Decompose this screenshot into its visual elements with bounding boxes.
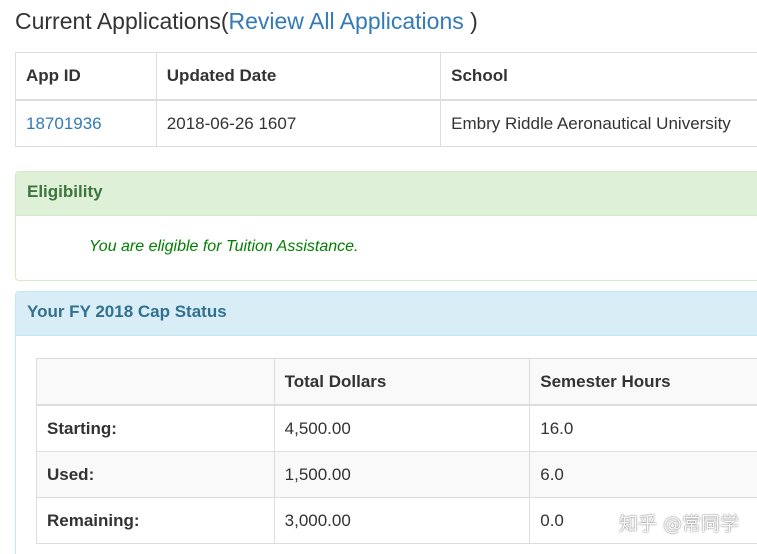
page-title-prefix: Current Applications( (15, 8, 229, 34)
school-cell: Embry Riddle Aeronautical University (440, 99, 757, 147)
column-header-school: School (440, 52, 757, 101)
column-header-blank (36, 358, 275, 406)
table-row: Starting: 4,500.00 16.0 (36, 404, 757, 452)
updated-date-cell: 2018-06-26 1607 (155, 99, 442, 147)
column-header-total-dollars: Total Dollars (273, 358, 531, 406)
table-row: 18701936 2018-06-26 1607 Embry Riddle Ae… (15, 99, 757, 147)
table-header-row: App ID Updated Date School (15, 52, 757, 101)
page-title-suffix: ) (463, 8, 478, 34)
used-dollars: 1,500.00 (273, 451, 531, 498)
app-id-link[interactable]: 18701936 (15, 99, 157, 147)
remaining-dollars: 3,000.00 (273, 497, 531, 544)
row-label-used: Used: (36, 451, 275, 498)
starting-dollars: 4,500.00 (273, 404, 531, 452)
page: Current Applications(Review All Applicat… (0, 0, 757, 554)
row-label-remaining: Remaining: (36, 497, 275, 544)
cap-status-panel-title: Your FY 2018 Cap Status (16, 292, 757, 336)
cap-table-header-row: Total Dollars Semester Hours (36, 358, 757, 406)
column-header-updated-date: Updated Date (155, 52, 442, 101)
starting-hours: 16.0 (529, 404, 757, 452)
eligibility-panel: Eligibility You are eligible for Tuition… (15, 171, 757, 281)
table-row: Used: 1,500.00 6.0 (36, 451, 757, 498)
page-title: Current Applications(Review All Applicat… (15, 6, 478, 36)
review-all-applications-link[interactable]: Review All Applications (229, 8, 464, 34)
used-hours: 6.0 (529, 451, 757, 498)
watermark: 知乎 @常同学 (618, 513, 739, 535)
row-label-starting: Starting: (36, 404, 275, 452)
eligibility-panel-title: Eligibility (16, 172, 757, 216)
column-header-semester-hours: Semester Hours (529, 358, 757, 406)
column-header-app-id: App ID (15, 52, 157, 101)
applications-table: App ID Updated Date School 18701936 2018… (15, 52, 757, 147)
eligibility-message: You are eligible for Tuition Assistance. (89, 238, 359, 255)
